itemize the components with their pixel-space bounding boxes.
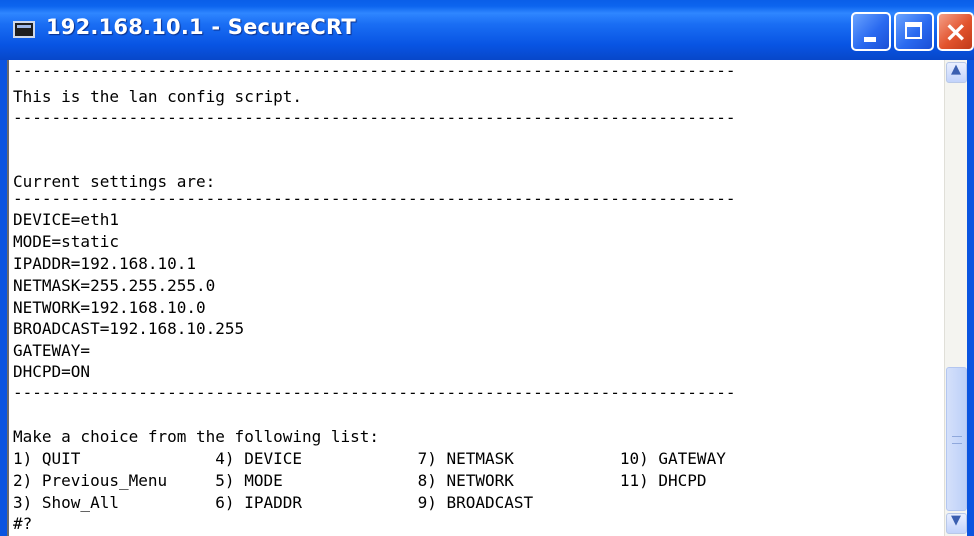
- terminal-line: BROADCAST=192.168.10.255: [13, 319, 245, 338]
- terminal-line: MODE=static: [13, 232, 119, 251]
- securecrt-window: 192.168.10.1 - SecureCRT × -------------…: [0, 0, 974, 536]
- window-frame-right: [967, 60, 974, 536]
- terminal-line: 2) Previous_Menu 5) MODE 8) NETWORK 11) …: [13, 471, 707, 490]
- scroll-down-button[interactable]: ▼: [946, 513, 967, 534]
- terminal-prompt: #?: [13, 514, 33, 533]
- window-frame-left: [0, 60, 7, 536]
- vertical-scrollbar[interactable]: ▲ ▼: [944, 60, 967, 536]
- terminal-line: NETWORK=192.168.10.0: [13, 298, 206, 317]
- terminal-line: NETMASK=255.255.255.0: [13, 276, 216, 295]
- window-title: 192.168.10.1 - SecureCRT: [46, 15, 356, 39]
- scroll-up-button[interactable]: ▲: [946, 62, 967, 83]
- terminal-line: GATEWAY=: [13, 341, 91, 360]
- terminal-line: This is the lan config script.: [13, 87, 302, 106]
- terminal-line: DEVICE=eth1: [13, 210, 119, 229]
- terminal-line: 3) Show_All 6) IPADDR 9) BROADCAST: [13, 493, 534, 512]
- chevron-down-icon: ▼: [951, 513, 961, 528]
- close-icon: ×: [944, 15, 968, 48]
- terminal-screen[interactable]: ----------------------------------------…: [7, 60, 944, 536]
- terminal-line: IPADDR=192.168.10.1: [13, 254, 197, 273]
- close-button[interactable]: ×: [937, 12, 974, 51]
- terminal-line: 1) QUIT 4) DEVICE 7) NETMASK 10) GATEWAY: [13, 449, 726, 468]
- securecrt-terminal-icon[interactable]: [13, 21, 35, 38]
- terminal-line: ----------------------------------------…: [13, 108, 736, 127]
- chevron-up-icon: ▲: [951, 62, 961, 77]
- terminal-line: ----------------------------------------…: [13, 383, 736, 402]
- scroll-thumb[interactable]: [946, 367, 967, 511]
- grip-icon: [952, 436, 962, 444]
- terminal-line: ----------------------------------------…: [13, 189, 736, 208]
- terminal-line: Make a choice from the following list:: [13, 427, 380, 446]
- terminal-line: ----------------------------------------…: [13, 61, 736, 80]
- minimize-button[interactable]: [851, 12, 891, 51]
- maximize-button[interactable]: [894, 12, 934, 51]
- title-bar[interactable]: 192.168.10.1 - SecureCRT ×: [0, 0, 974, 60]
- terminal-line: DHCPD=ON: [13, 362, 91, 381]
